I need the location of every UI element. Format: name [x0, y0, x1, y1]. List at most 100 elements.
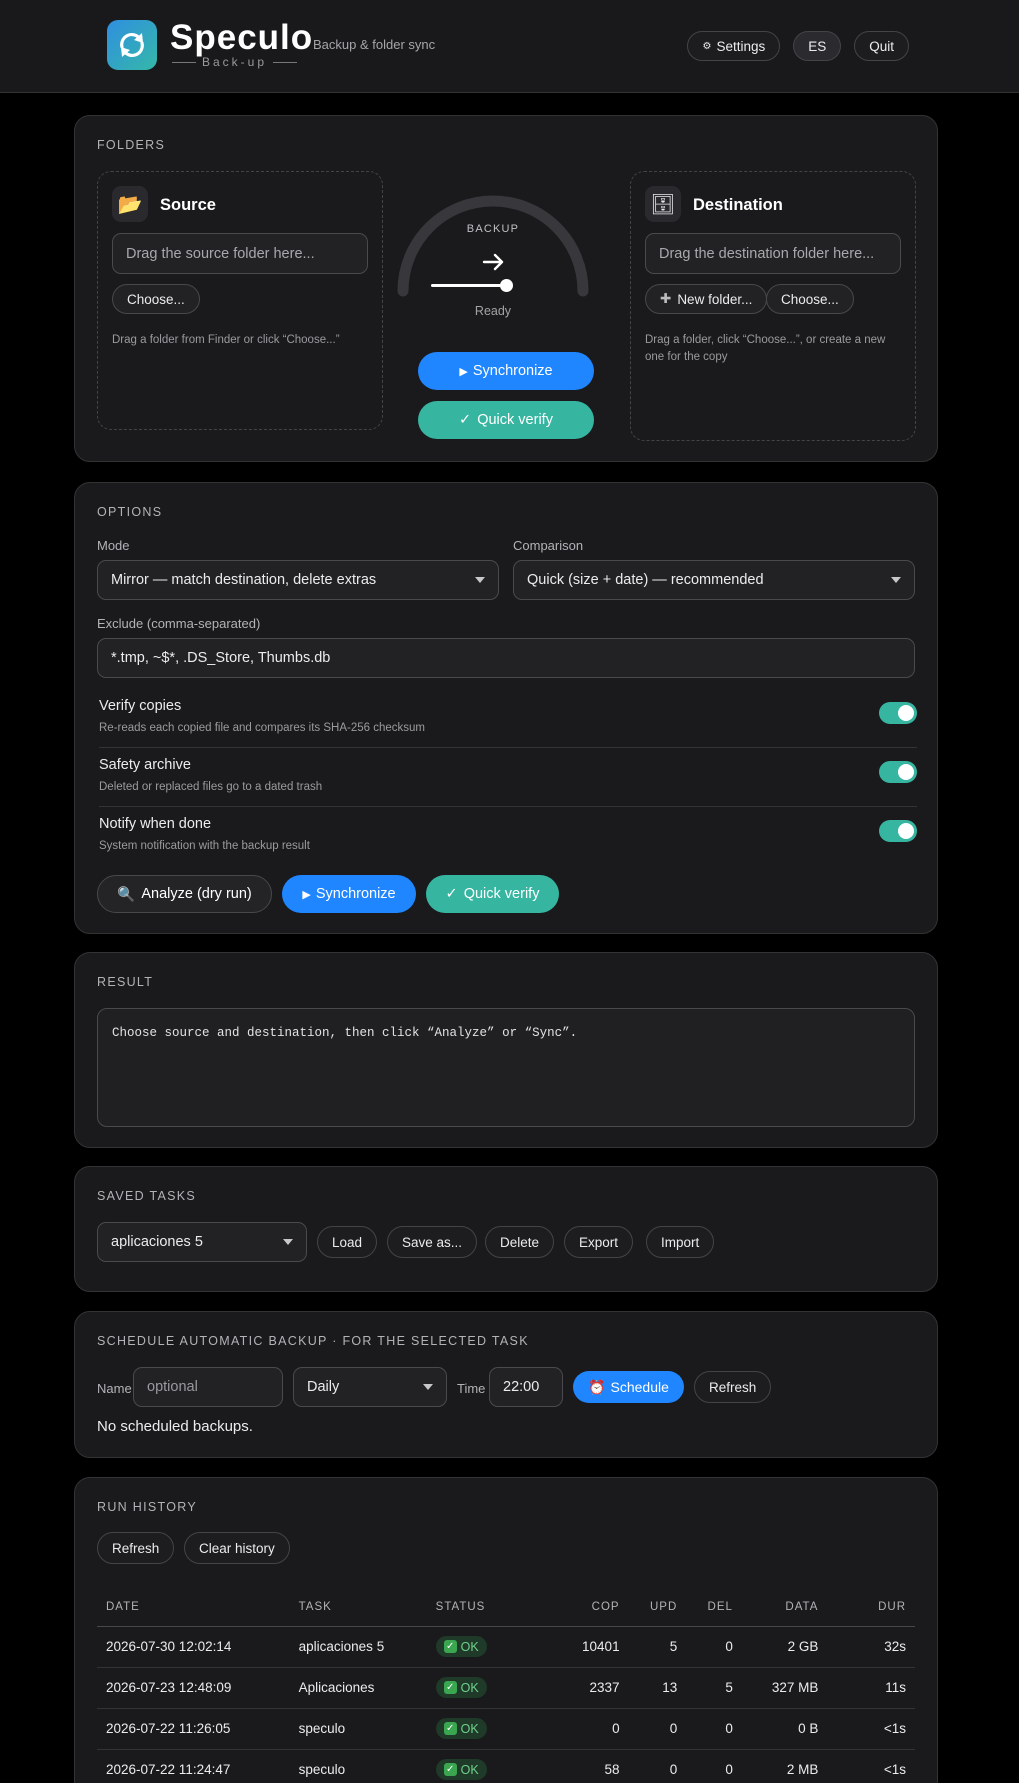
alarm-clock-icon: ⏰: [588, 1378, 606, 1395]
comparison-label: Comparison: [513, 538, 584, 553]
schedule-title: SCHEDULE AUTOMATIC BACKUP · FOR THE SELE…: [97, 1334, 529, 1348]
row-dur: <1s: [827, 1749, 915, 1783]
toggle-title: Verify copies: [99, 698, 182, 714]
destination-path-field[interactable]: Drag the destination folder here...: [645, 233, 901, 274]
table-row[interactable]: 2026-07-30 12:02:14 aplicaciones 5 ✓ OK 1…: [97, 1626, 915, 1668]
row-upd: 13: [628, 1667, 687, 1709]
save-as-button[interactable]: Save as...: [387, 1226, 478, 1258]
clear-history-button[interactable]: Clear history: [184, 1532, 290, 1564]
row-del: 0: [686, 1626, 742, 1668]
toggle-description: Deleted or replaced files go to a dated …: [99, 781, 323, 793]
row-del: 5: [686, 1667, 742, 1709]
row-date: 2026-07-22 11:24:47: [97, 1749, 290, 1783]
import-button[interactable]: Import: [646, 1226, 715, 1258]
gear-icon: ⚙: [702, 40, 712, 52]
status-badge: ✓ OK: [435, 1636, 487, 1657]
check-icon: ✓: [443, 1722, 457, 1735]
row-cop: 0: [550, 1708, 629, 1750]
check-icon: ✓: [445, 886, 458, 902]
column-data: DATA: [741, 1588, 828, 1627]
column-date: DATE: [97, 1588, 290, 1627]
mode-select[interactable]: Mirror — match destination, delete extra…: [97, 560, 499, 600]
comparison-select[interactable]: Quick (size + date) — recommended: [513, 560, 915, 600]
result-output: Choose source and destination, then clic…: [97, 1008, 915, 1127]
quit-button[interactable]: Quit: [854, 31, 909, 61]
options-card: OPTIONS Mode Mirror — match destination,…: [74, 482, 938, 934]
schedule-refresh-button[interactable]: Refresh: [694, 1371, 772, 1403]
row-date: 2026-07-30 12:02:14: [97, 1626, 290, 1668]
row-task: Aplicaciones: [289, 1667, 427, 1709]
source-title: Source: [160, 196, 216, 214]
column-cop: COP: [550, 1588, 629, 1627]
schedule-button[interactable]: ⏰ Schedule: [573, 1371, 684, 1403]
row-task: speculo: [289, 1708, 427, 1750]
quick-verify-button[interactable]: ✓ Quick verify: [418, 401, 594, 439]
progress-track: [431, 284, 507, 287]
source-path-field[interactable]: Drag the source folder here...: [112, 233, 368, 274]
language-button[interactable]: ES: [793, 31, 842, 61]
destination-hint: Drag a folder, click “Choose...”, or cre…: [645, 334, 886, 363]
table-row[interactable]: 2026-07-23 12:48:09 Aplicaciones ✓ OK 233…: [97, 1667, 915, 1709]
destination-dropzone[interactable]: 🗄 Destination Drag the destination folde…: [630, 171, 916, 441]
folder-open-icon: 📂: [112, 186, 148, 222]
row-data: 327 MB: [741, 1667, 828, 1709]
destination-title: Destination: [693, 196, 783, 214]
synchronize-button[interactable]: ▶ Synchronize: [418, 352, 594, 390]
row-dur: <1s: [827, 1708, 915, 1750]
load-task-button[interactable]: Load: [317, 1226, 378, 1258]
toggle-description: Re-reads each copied file and compares i…: [99, 722, 425, 734]
analyze-button[interactable]: 🔍 Analyze (dry run): [97, 875, 272, 913]
row-cop: 2337: [550, 1667, 629, 1709]
exclude-input[interactable]: *.tmp, ~$*, .DS_Store, Thumbs.db: [97, 638, 915, 678]
exclude-label: Exclude (comma-separated): [97, 616, 261, 631]
safety-archive-toggle[interactable]: [879, 761, 917, 783]
toggle-description: System notification with the backup resu…: [99, 840, 310, 852]
check-icon: ✓: [443, 1681, 457, 1694]
folders-title: FOLDERS: [97, 138, 166, 152]
play-icon: ▶: [302, 888, 311, 901]
export-button[interactable]: Export: [564, 1226, 634, 1258]
history-table: DATE TASK STATUS COP UPD DEL DATA DUR 20…: [97, 1588, 915, 1783]
row-del: 0: [686, 1749, 742, 1783]
row-date: 2026-07-23 12:48:09: [97, 1667, 290, 1709]
table-row[interactable]: 2026-07-22 11:24:47 speculo ✓ OK 58 0 0 2…: [97, 1749, 915, 1783]
schedule-name-input[interactable]: optional: [133, 1367, 283, 1407]
arrow-right-icon: [482, 253, 504, 271]
verify-copies-toggle[interactable]: [879, 702, 917, 724]
table-header-row: DATE TASK STATUS COP UPD DEL DATA DUR: [97, 1588, 915, 1627]
row-data: 2 MB: [741, 1749, 828, 1783]
row-upd: 0: [628, 1708, 687, 1750]
chevron-down-icon: [423, 1384, 433, 1390]
status-badge: ✓ OK: [435, 1759, 487, 1780]
brand-subtitle: Back-up: [172, 55, 297, 69]
file-cabinet-icon: 🗄: [645, 186, 681, 222]
source-choose-button[interactable]: Choose...: [112, 284, 200, 314]
top-bar: Speculo Back-up Backup & folder sync ⚙ Se…: [0, 0, 1019, 93]
task-select[interactable]: aplicaciones 5: [97, 1222, 307, 1262]
table-row[interactable]: 2026-07-22 11:26:05 speculo ✓ OK 0 0 0 0 …: [97, 1708, 915, 1750]
source-dropzone[interactable]: 📂 Source Drag the source folder here... …: [97, 171, 383, 430]
frequency-select[interactable]: Daily: [293, 1367, 447, 1407]
verify-copies-row: Verify copies Re-reads each copied file …: [99, 689, 917, 748]
chevron-down-icon: [475, 577, 485, 583]
brand-name: Speculo: [170, 18, 314, 57]
time-input[interactable]: 22:00: [489, 1367, 563, 1407]
row-dur: 11s: [827, 1667, 915, 1709]
column-upd: UPD: [628, 1588, 687, 1627]
result-card: RESULT Choose source and destination, th…: [74, 952, 938, 1148]
source-hint: Drag a folder from Finder or click “Choo…: [112, 334, 340, 346]
status-badge: ✓ OK: [435, 1677, 487, 1698]
schedule-card: SCHEDULE AUTOMATIC BACKUP · FOR THE SELE…: [74, 1311, 938, 1458]
progress-knob: [500, 279, 513, 292]
sync-logo-icon: [107, 20, 157, 70]
settings-button[interactable]: ⚙ Settings: [687, 31, 781, 61]
destination-choose-button[interactable]: Choose...: [766, 284, 854, 314]
options-quick-verify-button[interactable]: ✓ Quick verify: [426, 875, 559, 913]
notify-toggle[interactable]: [879, 820, 917, 842]
delete-task-button[interactable]: Delete: [485, 1226, 555, 1258]
check-icon: ✓: [443, 1763, 457, 1776]
history-refresh-button[interactable]: Refresh: [97, 1532, 175, 1564]
options-synchronize-button[interactable]: ▶ Synchronize: [282, 875, 416, 913]
new-folder-button[interactable]: ✚ New folder...: [645, 284, 768, 314]
row-task: aplicaciones 5: [289, 1626, 427, 1668]
